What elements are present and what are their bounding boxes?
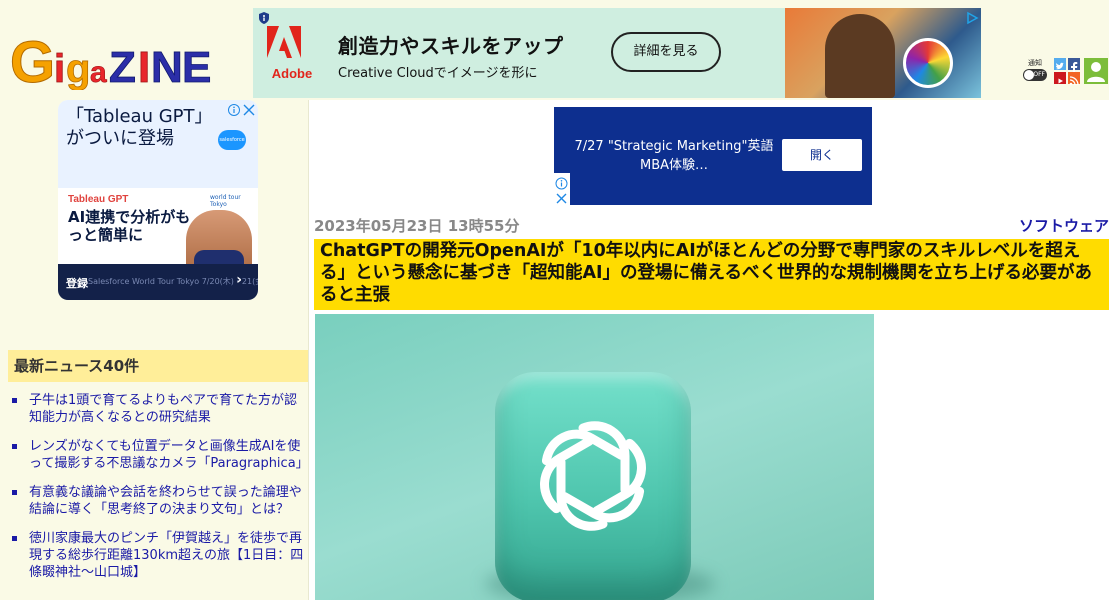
notification-label: 通知 [1028,59,1042,67]
latest-news-list: 子牛は1頭で育てるよりもペアで育てた方が認知能力が高くなるとの研究結果 レンズが… [8,392,309,593]
ad-close-controls[interactable] [228,102,256,116]
youtube-icon[interactable] [1054,72,1066,84]
svg-text:g: g [66,47,90,90]
sidebar-ad-event: world tour Tokyo [210,194,241,208]
openai-app-icon [495,372,691,600]
rss-icon[interactable] [1068,72,1080,86]
sidebar: 「Tableau GPT」がついに登場 salesforce Tableau G… [0,100,309,600]
news-link[interactable]: 徳川家康最大のピンチ「伊賀越え」を徒歩で再現する総歩行距離130km超えの旅【1… [29,531,303,580]
header: G i g a Z I N E Adobe 創造力やスキルをアップ Creati… [0,0,1109,100]
news-link[interactable]: レンズがなくても位置データと画像生成AIを使って撮影する不思議なカメラ「Para… [29,439,309,471]
svg-text:i: i [54,47,65,90]
ad-headline: 創造力やスキルをアップ [338,34,564,58]
top-banner-ad[interactable]: Adobe 創造力やスキルをアップ Creative Cloudでイメージを形に… [253,8,981,98]
latest-news-heading: 最新ニュース40件 [8,350,308,382]
adobe-logo: Adobe [267,26,317,86]
content-ad[interactable]: 7/27 "Strategic Marketing"英語MBA体験… 開く [554,107,872,205]
ad-subline: Creative Cloudでイメージを形に [338,66,538,81]
user-account-icon[interactable] [1084,58,1108,84]
main-content: 7/27 "Strategic Marketing"英語MBA体験… 開く 20… [308,100,1109,600]
article-date: 2023年05月23日 13時55分 [314,217,520,235]
bullet-icon [12,398,17,403]
twitter-icon[interactable] [1054,58,1066,70]
ad-photo [785,8,981,98]
sidebar-ad-top: 「Tableau GPT」がついに登場 salesforce [58,100,258,188]
list-item: 有意義な議論や会話を終わらせて誤った論理や結論に導く「思考終了の決まり文句」とは… [8,484,308,518]
adobe-mark-icon [267,26,301,58]
sidebar-ad[interactable]: 「Tableau GPT」がついに登場 salesforce Tableau G… [58,100,258,300]
article-category-link[interactable]: ソフトウェア [1019,215,1109,236]
list-item: 子牛は1頭で育てるよりもペアで育てた方が認知能力が高くなるとの研究結果 [8,392,308,426]
salesforce-logo: salesforce [218,130,246,150]
ad-brand-name: Adobe [271,66,313,81]
site-logo[interactable]: G i g a Z I N E [10,30,220,90]
sidebar-ad-footer-text: Salesforce World Tour Tokyo 7/20(木)・21(金… [88,277,258,286]
facebook-icon[interactable] [1068,58,1080,73]
svg-text:N: N [151,43,183,90]
article-title: ChatGPTの開発元OpenAIが「10年以内にAIがほとんどの分野で専門家の… [314,239,1109,310]
sidebar-ad-tagline: AI連携で分析がもっと簡単に [68,208,191,244]
svg-text:G: G [10,30,55,90]
svg-text:I: I [138,43,150,90]
ad-choices-icon[interactable] [257,10,271,24]
list-item: レンズがなくても位置データと画像生成AIを使って撮影する不思議なカメラ「Para… [8,438,309,472]
openai-logo-icon [540,421,646,531]
news-link[interactable]: 有意義な議論や会話を終わらせて誤った論理や結論に導く「思考終了の決まり文句」とは… [29,485,302,517]
ad-controls [554,173,570,205]
sidebar-ad-bar[interactable]: Salesforce World Tour Tokyo 7/20(木)・21(金… [58,264,258,300]
sidebar-ad-register-label: 登録 [66,277,88,290]
color-wheel-icon [903,38,953,88]
header-icons: 通知 OFF [1020,58,1109,86]
notification-toggle[interactable]: 通知 OFF [1022,58,1048,84]
ad-close-icon[interactable] [555,190,568,204]
ad-play-icon[interactable] [965,10,979,25]
ad-info-icon[interactable] [555,175,568,190]
content-ad-open-button[interactable]: 開く [782,139,862,171]
notification-state: OFF [1023,69,1047,81]
svg-text:E: E [182,43,211,90]
chevron-right-icon: › [236,272,242,288]
ad-person-image [825,14,895,98]
svg-text:Z: Z [109,43,136,90]
news-link[interactable]: 子牛は1頭で育てるよりもペアで育てた方が認知能力が高くなるとの研究結果 [29,393,297,425]
list-item: 徳川家康最大のピンチ「伊賀越え」を徒歩で再現する総歩行距離130km超えの旅【1… [8,530,308,581]
svg-text:a: a [90,56,107,89]
bullet-icon [12,490,17,495]
article-hero-image [315,314,874,600]
bullet-icon [12,444,17,449]
sidebar-ad-headline: 「Tableau GPT」がついに登場 [66,106,213,149]
sidebar-ad-product: Tableau GPT [68,194,129,205]
ad-learn-more-button[interactable]: 詳細を見る [611,32,721,72]
content-ad-text: 7/27 "Strategic Marketing"英語MBA体験… [574,139,774,173]
bullet-icon [12,536,17,541]
